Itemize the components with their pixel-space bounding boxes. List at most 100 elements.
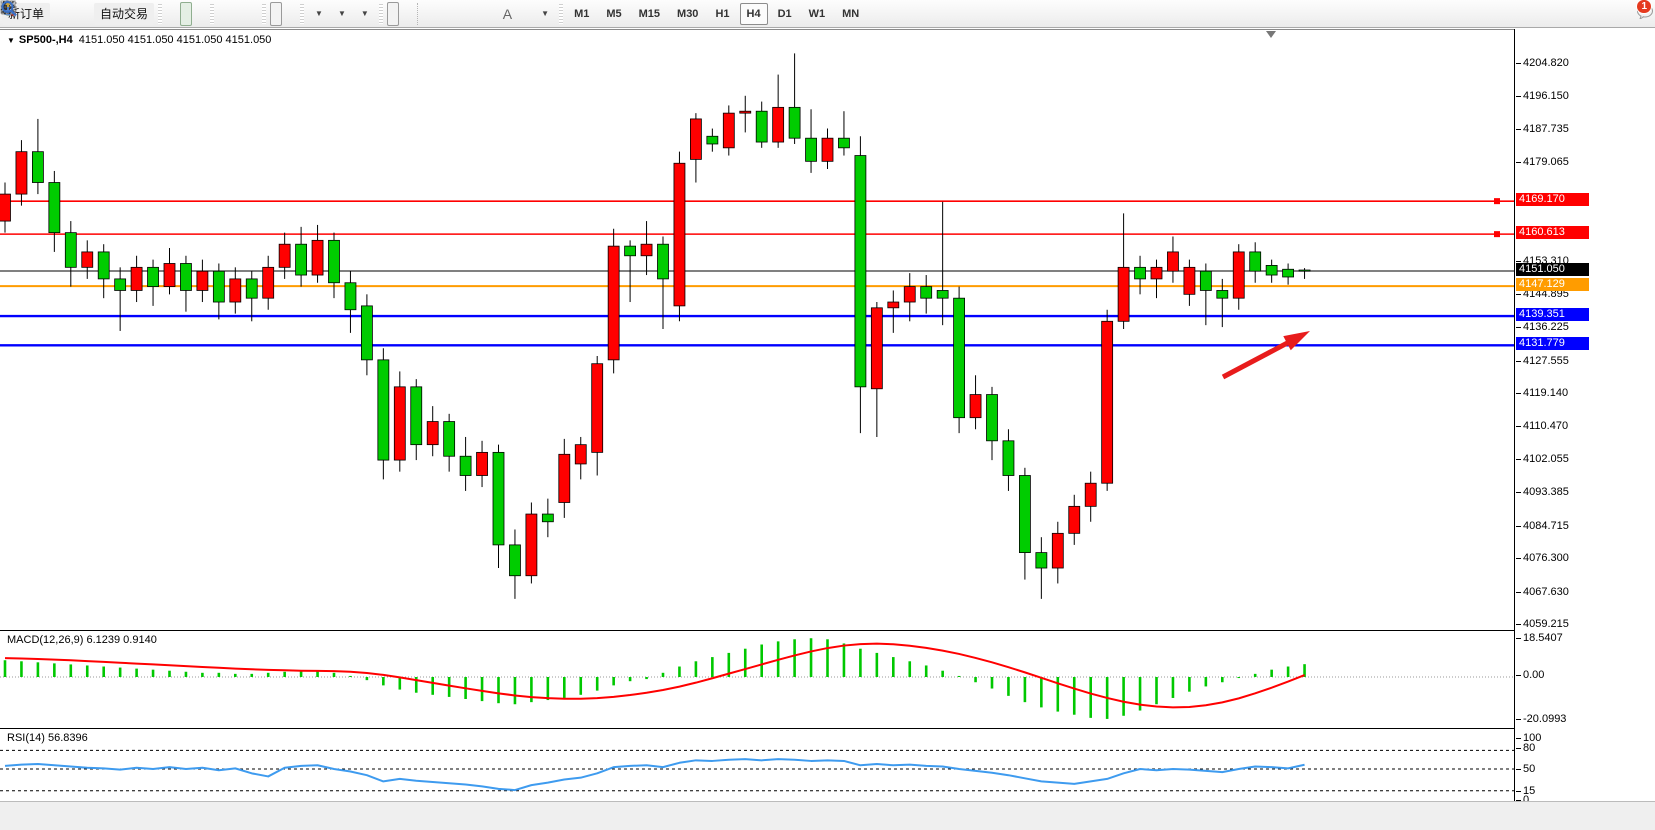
rsi-axis-50: 50: [1523, 763, 1535, 775]
candle-body: [1135, 267, 1146, 279]
timeframe-h4-button[interactable]: H4: [740, 3, 768, 25]
market-watch-icon[interactable]: [52, 2, 64, 26]
bottom-strip: [0, 801, 1655, 830]
rsi-pane[interactable]: RSI(14) 56.8396: [0, 728, 1514, 809]
bar-chart-type-button[interactable]: [166, 2, 178, 26]
price-chart-pane[interactable]: ▼SP500-,H44151.050 4151.050 4151.050 415…: [0, 29, 1514, 630]
candle-body: [98, 252, 109, 279]
search-icon: [0, 0, 18, 17]
arrows-tool-button[interactable]: ▼: [534, 2, 555, 26]
timeframe-m30-button[interactable]: M30: [670, 3, 705, 25]
rsi-value: 56.8396: [48, 732, 88, 744]
zoom-in-button[interactable]: [218, 2, 230, 26]
level-line-handle[interactable]: [1494, 198, 1500, 204]
candle-body: [954, 298, 965, 418]
timeframe-group: M1M5M15M30H1H4D1W1MN: [567, 3, 866, 25]
depth-of-market-icon[interactable]: [66, 2, 78, 26]
timeframe-d1-button[interactable]: D1: [771, 3, 799, 25]
level-line-handle[interactable]: [1494, 231, 1500, 237]
candle-body: [937, 290, 948, 298]
chevron-down-icon[interactable]: ▼: [7, 36, 15, 45]
candle-body: [822, 138, 833, 161]
price-tick-label: 4119.140: [1523, 387, 1568, 399]
candle-body: [1052, 533, 1063, 568]
candle-body: [115, 279, 126, 291]
macd-axis-max: 18.5407: [1523, 632, 1563, 644]
text-tool-button[interactable]: A: [497, 2, 518, 26]
candle-body: [1200, 271, 1211, 290]
candle-body: [131, 267, 142, 290]
annotation-arrow-head[interactable]: [1283, 331, 1310, 350]
candle-body: [904, 287, 915, 302]
timeframe-m5-button[interactable]: M5: [599, 3, 628, 25]
timeframe-mn-button[interactable]: MN: [835, 3, 866, 25]
candle-body: [180, 263, 191, 290]
candle-body: [444, 422, 455, 457]
candle-body: [658, 244, 669, 279]
notifications-button[interactable]: 1: [1635, 2, 1647, 26]
candle-body: [361, 306, 372, 360]
candle-body: [1069, 506, 1080, 533]
toolbar-separator: [379, 4, 383, 24]
macd-values: 6.1239 0.9140: [86, 634, 156, 646]
candle-body: [608, 246, 619, 360]
macd-name: MACD(12,26,9): [7, 634, 83, 646]
timeframe-m1-button[interactable]: M1: [567, 3, 596, 25]
label-tool-button[interactable]: T: [520, 2, 532, 26]
zoom-out-button[interactable]: [232, 2, 244, 26]
candle-body: [1266, 265, 1277, 275]
timeframe-h1-button[interactable]: H1: [708, 3, 736, 25]
candle-body: [674, 163, 685, 306]
rsi-chart: [0, 729, 1514, 808]
candle-body: [1118, 267, 1129, 321]
rsi-label: RSI(14) 56.8396: [7, 732, 88, 744]
candlestick-chart-type-button[interactable]: [180, 2, 192, 26]
fibonacci-tool-button[interactable]: F: [483, 2, 495, 26]
line-chart-type-button[interactable]: [194, 2, 206, 26]
search-button[interactable]: [1621, 2, 1633, 26]
period-button[interactable]: ▼: [331, 2, 352, 26]
candle-body: [871, 308, 882, 389]
candle-body: [1299, 270, 1310, 271]
template-button[interactable]: ▼: [354, 2, 375, 26]
candle-body: [329, 240, 340, 282]
macd-pane[interactable]: MACD(12,26,9) 6.1239 0.9140: [0, 630, 1514, 728]
cursor-tool-button[interactable]: [387, 2, 399, 26]
tile-windows-button[interactable]: [246, 2, 258, 26]
candle-body: [707, 136, 718, 144]
candle-body: [888, 302, 899, 308]
candle-body: [1250, 252, 1261, 271]
trendline-tool-button[interactable]: [455, 2, 467, 26]
horizontal-line-tool-button[interactable]: [441, 2, 453, 26]
candle-body: [773, 107, 784, 142]
candle-body: [493, 452, 504, 545]
candle-body: [411, 387, 422, 445]
candle-body: [575, 445, 586, 464]
candle-body: [723, 113, 734, 148]
channel-tool-button[interactable]: E: [469, 2, 481, 26]
candle-body: [279, 244, 290, 267]
crosshair-tool-button[interactable]: [401, 2, 413, 26]
candle-body: [427, 422, 438, 445]
price-tick-label: 4076.300: [1523, 552, 1569, 564]
candle-body: [197, 271, 208, 290]
candle-body: [394, 387, 405, 460]
trading-app-window: 新订单 自动交易: [0, 0, 1655, 830]
chart-shift-marker[interactable]: [1266, 31, 1276, 38]
timeframe-w1-button[interactable]: W1: [802, 3, 833, 25]
connection-icon[interactable]: [80, 2, 92, 26]
auto-scroll-button[interactable]: [270, 2, 282, 26]
add-indicator-button[interactable]: ▼: [308, 2, 329, 26]
vertical-line-tool-button[interactable]: [427, 2, 439, 26]
price-axis[interactable]: 4204.8204196.1504187.7354179.0654153.310…: [1514, 29, 1655, 808]
chart-shift-button[interactable]: [284, 2, 296, 26]
price-tick-label: 4204.820: [1523, 57, 1569, 69]
macd-signal-line: [5, 644, 1305, 708]
auto-trading-button[interactable]: 自动交易: [94, 3, 154, 25]
candle-body: [1019, 476, 1030, 553]
price-tick-label: 4102.055: [1523, 453, 1569, 465]
candle-body: [378, 360, 389, 460]
candle-body: [641, 244, 652, 256]
timeframe-m15-button[interactable]: M15: [632, 3, 667, 25]
price-level-chip: 4169.170: [1516, 193, 1589, 206]
